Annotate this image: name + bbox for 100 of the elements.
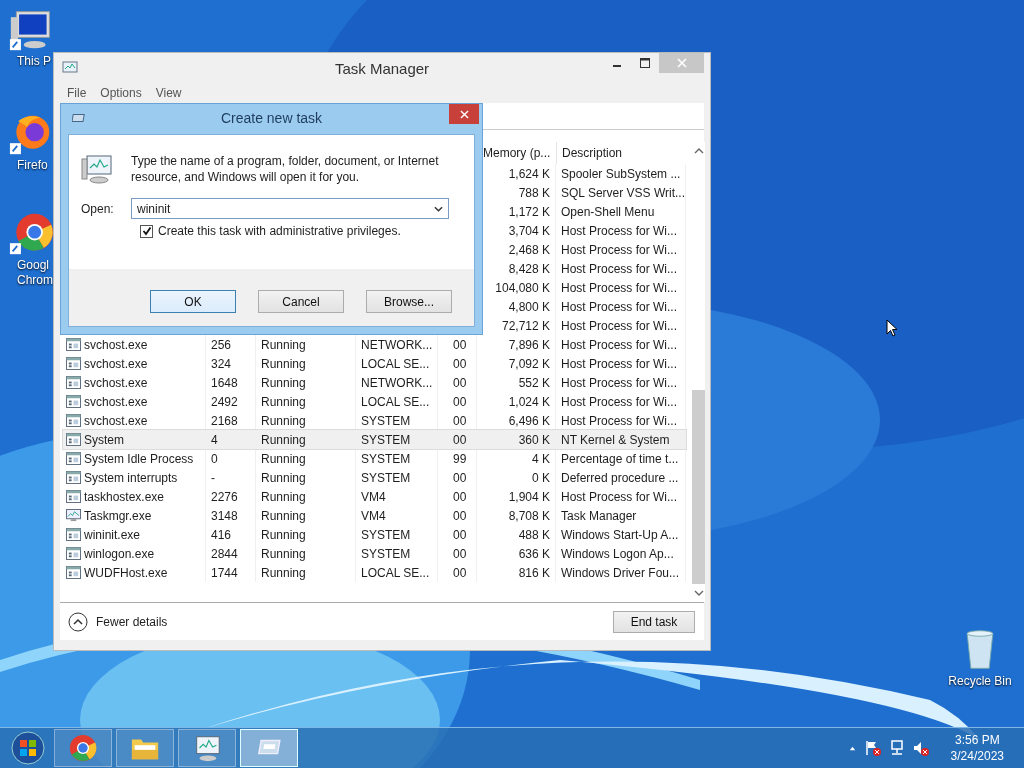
desktop-icon-label[interactable]: Googl Chrom [17,258,53,288]
table-cell: Running [261,394,306,409]
table-cell: VM4 [361,489,386,504]
table-cell: Running [261,413,306,428]
column-header[interactable]: Description [556,142,686,164]
table-cell: Host Process for Wi... [561,318,678,333]
table-cell: 636 K [518,546,550,561]
table-cell: svchost.exe [84,394,148,409]
table-cell: Windows Logon Ap... [561,546,674,561]
computer-icon[interactable] [9,8,53,52]
window-icon [66,338,81,351]
browse-button[interactable]: Browse... [366,290,452,313]
table-cell: Deferred procedure ... [561,470,679,485]
table-cell: 324 [211,356,232,371]
speaker-muted-icon[interactable] [912,740,929,756]
table-cell: - [211,470,215,485]
start-button[interactable] [10,730,46,766]
scroll-up-icon[interactable] [693,148,704,154]
table-cell: WUDFHost.exe [84,565,168,580]
desktop-icon-label[interactable]: This P [17,54,53,69]
table-cell: Host Process for Wi... [561,489,678,504]
table-cell: 6,496 K [508,413,550,428]
window-icon [66,566,81,579]
table-cell: 2492 [211,394,238,409]
end-task-button[interactable]: End task [613,610,695,633]
desktop-icon-label[interactable]: Recycle Bin [948,674,1012,689]
scroll-down-icon[interactable] [693,590,704,596]
table-cell: 0 K [532,470,550,485]
table-cell: Running [261,508,306,523]
table-cell: 00 [453,489,467,504]
table-cell: winlogon.exe [84,546,155,561]
ok-button[interactable]: OK [150,290,236,313]
table-cell: 1,624 K [508,166,550,181]
menu-item[interactable]: File [67,86,87,100]
menu-item[interactable]: View [155,86,182,100]
desktop-icon-label[interactable]: Firefo [17,158,53,173]
table-cell: NT Kernel & System [561,432,670,447]
window-icon [66,357,81,370]
table-cell: Open-Shell Menu [561,204,655,219]
table-cell: taskhostex.exe [84,489,165,504]
dropdown-icon[interactable] [434,205,443,212]
table-cell: 7,092 K [508,356,550,371]
monitor-icon [66,509,81,522]
table-cell: Host Process for Wi... [561,394,678,409]
clock-time[interactable]: 3:56 PM [954,732,1000,748]
table-cell: Percentage of time t... [561,451,679,466]
table-cell: Running [261,451,306,466]
monitor-icon [62,60,78,76]
table-cell: LOCAL SE... [361,394,430,409]
table-cell: 4,800 K [508,299,550,314]
table-cell: Running [261,470,306,485]
table-cell: 7,896 K [508,337,550,352]
checkbox-label[interactable]: Create this task with administrative privileges. [158,224,401,238]
network-icon[interactable] [888,740,905,756]
table-cell: 00 [453,546,467,561]
fewer-details-button[interactable]: Fewer details [68,611,168,632]
table-cell: NETWORK... [361,337,433,352]
window-icon [66,414,81,427]
table-cell: Host Process for Wi... [561,375,678,390]
clock-date[interactable]: 3/24/2023 [950,748,1004,764]
table-cell: System [84,432,124,447]
table-cell: 00 [453,470,467,485]
maximize-icon [640,58,650,68]
dialog-title: Create new task [219,110,324,126]
table-cell: 00 [453,565,467,580]
table-cell: 4 K [532,451,550,466]
table-cell: SQL Server VSS Writ... [561,185,686,200]
close-icon [459,109,469,119]
table-cell: SYSTEM [361,432,411,447]
table-cell: 256 [211,337,232,352]
close-button[interactable] [449,104,479,124]
table-cell: 00 [453,394,467,409]
window-title: Task Manager [333,59,431,77]
table-cell: Running [261,337,306,352]
table-cell: 72,712 K [501,318,550,333]
chrome-icon[interactable] [9,212,53,256]
table-cell: SYSTEM [361,413,411,428]
table-cell: Running [261,356,306,371]
table-cell: 104,080 K [495,280,550,295]
collapse-icon [68,611,88,632]
table-cell: 4 [211,432,218,447]
table-cell: Running [261,546,306,561]
table-cell: Host Process for Wi... [561,261,678,276]
selected-row[interactable]: System 4 Running SYSTEM 00 360 K NT Kernel & System [63,430,686,449]
table-cell: 816 K [518,565,550,580]
chrome-icon [68,733,98,763]
table-cell: 360 K [518,432,550,447]
table-cell: Host Process for Wi... [561,337,678,352]
table-cell: wininit.exe [84,527,141,542]
menu-item[interactable]: Options [100,86,142,100]
cancel-button[interactable]: Cancel [258,290,344,313]
table-cell: System Idle Process [84,451,194,466]
flag-icon[interactable] [864,740,881,756]
window-icon [66,471,81,484]
table-cell: Spooler SubSystem ... [561,166,681,181]
table-cell: Host Process for Wi... [561,242,678,257]
table-cell: 00 [453,432,467,447]
open-combo-box[interactable]: wininit [131,198,449,219]
table-cell: Running [261,489,306,504]
checkbox[interactable] [140,224,153,238]
